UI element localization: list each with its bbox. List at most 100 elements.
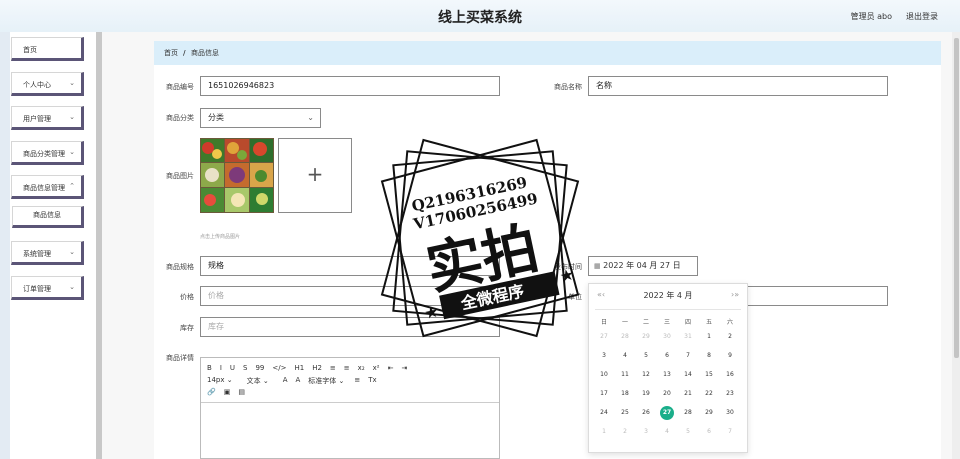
calendar-day[interactable]: 19 xyxy=(639,387,653,401)
quote-icon[interactable]: 99 xyxy=(255,364,264,372)
code-label: 商品编号 xyxy=(166,83,194,91)
calendar-day[interactable]: 12 xyxy=(639,368,653,382)
sidebar-subitem-product-info[interactable]: 商品信息 xyxy=(12,206,84,228)
calendar-day[interactable]: 23 xyxy=(723,387,737,401)
calendar-day[interactable]: 29 xyxy=(639,330,653,344)
calendar-day[interactable]: 31 xyxy=(681,330,695,344)
code-input[interactable]: 1651026946823 xyxy=(200,76,500,96)
logout-link[interactable]: 退出登录 xyxy=(906,11,938,22)
chevron-up-icon: ⌃ xyxy=(69,182,75,190)
calendar-day[interactable]: 7 xyxy=(723,425,737,439)
heading1-icon[interactable]: H1 xyxy=(294,364,304,372)
category-select[interactable]: 分类 ⌄ xyxy=(200,108,321,128)
date-picker-input[interactable]: ▦ 2022 年 04 月 27 日 xyxy=(588,256,698,276)
rich-text-editor[interactable]: B I U S 99 </> H1 H2 ≡ ≡ x₂ x² ⇤ ⇥ 14px … xyxy=(200,357,500,459)
calendar-day[interactable]: 30 xyxy=(723,406,737,420)
calendar-day[interactable]: 2 xyxy=(723,330,737,344)
outdent-icon[interactable]: ⇤ xyxy=(388,364,394,372)
strike-icon[interactable]: S xyxy=(243,364,247,372)
breadcrumb-home[interactable]: 首页 xyxy=(164,41,178,65)
superscript-icon[interactable]: x² xyxy=(373,364,380,372)
calendar-day[interactable]: 8 xyxy=(702,349,716,363)
calendar-day[interactable]: 4 xyxy=(618,349,632,363)
chevron-down-icon: ⌄ xyxy=(69,283,75,291)
font-color-icon[interactable]: A xyxy=(283,376,288,386)
calendar-day[interactable]: 2 xyxy=(618,425,632,439)
price-input[interactable]: 价格 xyxy=(200,286,500,306)
calendar-day[interactable]: 5 xyxy=(681,425,695,439)
code-icon[interactable]: </> xyxy=(272,364,286,372)
align-icon[interactable]: ≡ xyxy=(354,376,360,386)
calendar-day[interactable]: 1 xyxy=(702,330,716,344)
italic-icon[interactable]: I xyxy=(220,364,222,372)
calendar-day[interactable]: 18 xyxy=(618,387,632,401)
calendar-day[interactable]: 22 xyxy=(702,387,716,401)
calendar-day[interactable]: 9 xyxy=(723,349,737,363)
sidebar-item-category-management[interactable]: 商品分类管理 ⌄ xyxy=(11,141,84,165)
breadcrumb: 首页 / 商品信息 xyxy=(154,41,941,65)
calendar-divider xyxy=(595,309,741,310)
calendar-day[interactable]: 3 xyxy=(597,349,611,363)
calendar-day[interactable]: 27 xyxy=(597,330,611,344)
page-scrollbar-thumb[interactable] xyxy=(954,38,959,358)
sidebar-item-personal-center[interactable]: 个人中心 ⌄ xyxy=(11,72,84,96)
calendar-day[interactable]: 28 xyxy=(618,330,632,344)
calendar-day[interactable]: 13 xyxy=(660,368,674,382)
bullet-list-icon[interactable]: ≡ xyxy=(344,364,350,372)
sidebar-item-home[interactable]: 首页 xyxy=(11,37,84,61)
font-size-select[interactable]: 14px ⌄ xyxy=(207,376,233,386)
calendar-day[interactable]: 29 xyxy=(702,406,716,420)
calendar-icon: ▦ xyxy=(594,262,601,270)
stock-input[interactable]: 库存 xyxy=(200,317,500,337)
link-icon[interactable]: 🔗 xyxy=(207,388,216,396)
current-user-label: 管理员 abo xyxy=(850,12,892,21)
indent-icon[interactable]: ⇥ xyxy=(401,364,407,372)
heading2-icon[interactable]: H2 xyxy=(312,364,322,372)
calendar-day[interactable]: 11 xyxy=(618,368,632,382)
calendar-day[interactable]: 4 xyxy=(660,425,674,439)
upload-image-button[interactable]: + xyxy=(278,138,352,213)
calendar-day[interactable]: 27 xyxy=(660,406,674,420)
calendar-day[interactable]: 10 xyxy=(597,368,611,382)
spec-input[interactable]: 规格 xyxy=(200,256,500,276)
clear-format-icon[interactable]: Tx xyxy=(368,376,376,386)
sidebar-item-label: 系统管理 xyxy=(23,250,51,258)
next-year-button[interactable]: ›» xyxy=(731,290,739,299)
bold-icon[interactable]: B xyxy=(207,364,212,372)
font-family-select[interactable]: 标准字体 ⌄ xyxy=(308,376,344,386)
sidebar-item-system-management[interactable]: 系统管理 ⌄ xyxy=(11,241,84,265)
calendar-day[interactable]: 16 xyxy=(723,368,737,382)
ordered-list-icon[interactable]: ≡ xyxy=(330,364,336,372)
calendar-day[interactable]: 6 xyxy=(660,349,674,363)
calendar-day[interactable]: 28 xyxy=(681,406,695,420)
calendar-day[interactable]: 25 xyxy=(618,406,632,420)
calendar-day[interactable]: 14 xyxy=(681,368,695,382)
plus-icon: + xyxy=(306,162,324,186)
underline-icon[interactable]: U xyxy=(230,364,235,372)
name-input[interactable]: 名称 xyxy=(588,76,888,96)
calendar-day[interactable]: 5 xyxy=(639,349,653,363)
date-picker-popup[interactable]: «‹ 2022 年 4 月 ›» 日一二三四五六 27 28 29 30 31 1 2 3 4 5… xyxy=(588,283,748,453)
calendar-day[interactable]: 1 xyxy=(597,425,611,439)
sidebar-item-label: 首页 xyxy=(23,46,37,54)
breadcrumb-current: 商品信息 xyxy=(191,49,219,57)
calendar-day[interactable]: 3 xyxy=(639,425,653,439)
image-icon[interactable]: ▣ xyxy=(224,388,231,396)
calendar-day[interactable]: 17 xyxy=(597,387,611,401)
calendar-day[interactable]: 6 xyxy=(702,425,716,439)
text-type-select[interactable]: 文本 ⌄ xyxy=(247,376,269,386)
calendar-day[interactable]: 21 xyxy=(681,387,695,401)
product-image-thumbnail[interactable] xyxy=(200,138,274,213)
calendar-day[interactable]: 26 xyxy=(639,406,653,420)
calendar-day[interactable]: 20 xyxy=(660,387,674,401)
calendar-day[interactable]: 15 xyxy=(702,368,716,382)
subscript-icon[interactable]: x₂ xyxy=(358,364,365,372)
calendar-day[interactable]: 7 xyxy=(681,349,695,363)
calendar-day[interactable]: 30 xyxy=(660,330,674,344)
sidebar-item-order-management[interactable]: 订单管理 ⌄ xyxy=(11,276,84,300)
sidebar-item-product-management[interactable]: 商品信息管理 ⌃ xyxy=(11,175,84,199)
sidebar-item-user-management[interactable]: 用户管理 ⌄ xyxy=(11,106,84,130)
background-color-icon[interactable]: A xyxy=(295,376,300,386)
video-icon[interactable]: ▤ xyxy=(238,388,245,396)
calendar-day[interactable]: 24 xyxy=(597,406,611,420)
